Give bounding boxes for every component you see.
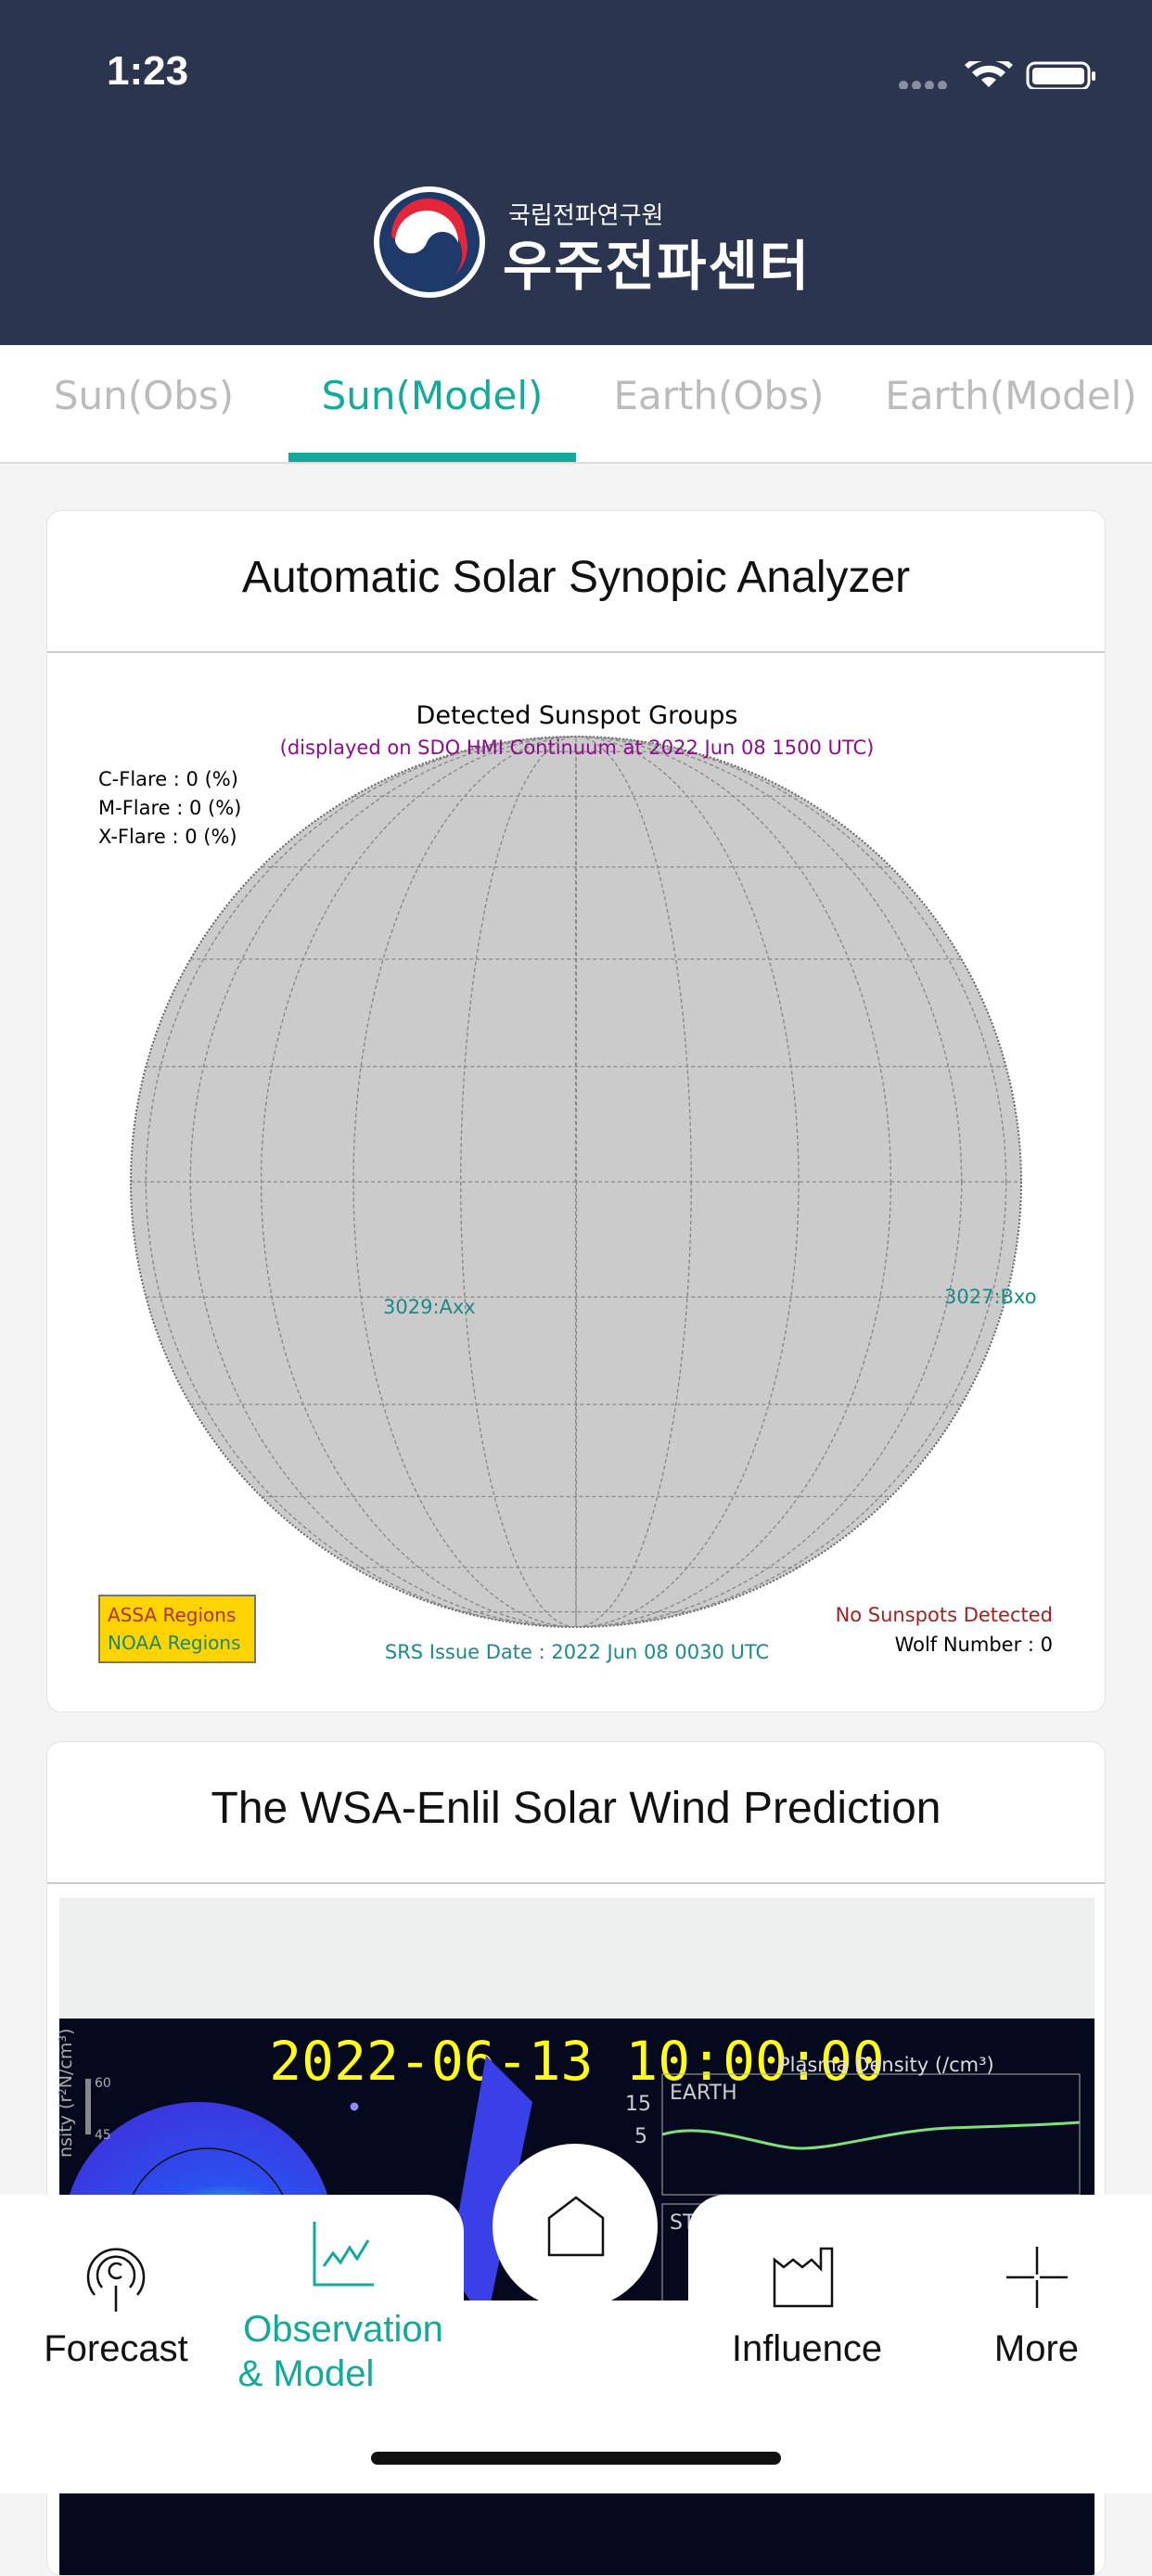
tab-sun-obs[interactable]: Sun(Obs) — [5, 373, 283, 418]
card-title: The WSA-Enlil Solar Wind Prediction — [211, 1784, 941, 1833]
series-label: EARTH — [670, 2082, 737, 2105]
panel-title: Plasma Density (/cm³) — [778, 2054, 994, 2076]
x-flare-prob: X-Flare : 0 (%) — [98, 826, 237, 848]
nav-home-button[interactable] — [493, 2144, 658, 2309]
logo-emblem-icon — [374, 186, 485, 298]
y-tick: 5 — [634, 2125, 647, 2148]
earth-density-line — [661, 2121, 1081, 2150]
plus-icon — [1006, 2247, 1068, 2308]
y-tick: 15 — [625, 2093, 651, 2116]
home-icon — [547, 2196, 605, 2257]
nav-label-model: & Model — [237, 2353, 375, 2394]
nav-influence[interactable]: Influence — [719, 2236, 895, 2393]
earth-marker — [349, 2101, 360, 2112]
region-label: 3027:Bxo — [944, 1286, 1037, 1308]
logo-name-text: 우주전파센터 — [503, 235, 812, 298]
nav-observation-model[interactable]: Observation & Model — [232, 2222, 454, 2398]
app-header: 1:23 국립전파연구원 우주전파센터 — [0, 0, 1152, 345]
colorbar — [85, 2079, 91, 2134]
tab-earth-model[interactable]: Earth(Model) — [872, 373, 1150, 418]
colorbar-label: nsity (r²N/cm³) — [56, 2028, 76, 2158]
nav-label: Influence — [731, 2328, 883, 2369]
battery-icon — [1026, 61, 1095, 89]
nav-forecast[interactable]: Forecast — [37, 2236, 195, 2393]
tab-sun-model[interactable]: Sun(Model) — [293, 373, 571, 418]
card-title: Automatic Solar Synopic Analyzer — [241, 553, 911, 602]
divider — [47, 1882, 1105, 1884]
home-indicator[interactable] — [371, 2452, 781, 2465]
legend-assa: ASSA Regions — [108, 1604, 237, 1626]
tab-bar: Sun(Obs) Sun(Model) Earth(Obs) Earth(Mod… — [0, 345, 1152, 464]
colorbar-tick: 60 — [95, 2076, 111, 2091]
sunspot-image[interactable]: Detected Sunspot Groups (displayed on SD… — [47, 653, 1105, 1711]
factory-icon — [773, 2247, 834, 2308]
plot-title: Detected Sunspot Groups — [416, 701, 738, 730]
no-sunspots-text: No Sunspots Detected — [835, 1604, 1053, 1626]
m-flare-prob: M-Flare : 0 (%) — [98, 797, 242, 819]
status-icons — [899, 61, 1095, 89]
nav-label-observation: Observation — [243, 2309, 443, 2350]
plot-subtitle: (displayed on SDO HMI Continuum at 2022 … — [279, 737, 875, 759]
wolf-number: Wolf Number : 0 — [894, 1634, 1053, 1656]
nav-label: More — [993, 2328, 1080, 2369]
active-tab-indicator — [288, 453, 576, 462]
radar-icon — [86, 2248, 146, 2312]
assa-card: Automatic Solar Synopic Analyzer Detecte… — [46, 510, 1106, 1712]
chart-line-icon — [313, 2222, 374, 2287]
wifi-icon — [965, 61, 1013, 87]
image-top-padding — [59, 1898, 1094, 2019]
nav-more[interactable]: More — [965, 2236, 1108, 2393]
signal-icon — [899, 81, 947, 89]
colorbar-tick: 45 — [95, 2128, 111, 2143]
tab-earth-obs[interactable]: Earth(Obs) — [580, 373, 858, 418]
nav-label: Forecast — [44, 2328, 188, 2369]
status-time: 1:23 — [107, 48, 189, 94]
c-flare-prob: C-Flare : 0 (%) — [98, 768, 238, 790]
region-label: 3029:Axx — [383, 1296, 476, 1318]
